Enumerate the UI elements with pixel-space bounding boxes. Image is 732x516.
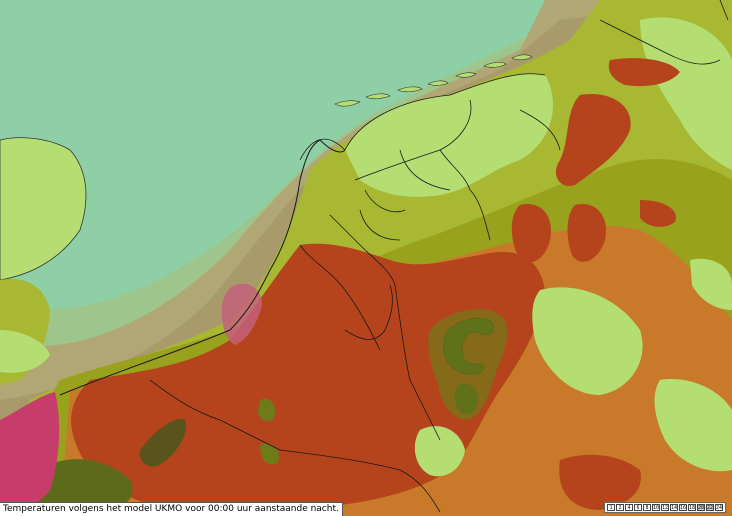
temperature-map: [0, 0, 732, 516]
temperature-legend: 1 2 4 6 8 10 12 14 16 18 20 22 24: [604, 502, 726, 513]
legend-swatch: 6: [634, 504, 642, 511]
legend-swatch: 12: [661, 504, 669, 511]
legend-swatch: 16: [679, 504, 687, 511]
legend-swatch: 10: [652, 504, 660, 511]
legend-swatch: 4: [625, 504, 633, 511]
legend-swatch: 14: [670, 504, 678, 511]
legend-swatch: 8: [643, 504, 651, 511]
legend-swatch: 18: [688, 504, 696, 511]
map-caption: Temperaturen volgens het model UKMO voor…: [0, 502, 343, 516]
legend-swatch: 2: [616, 504, 624, 511]
legend-swatch: 22: [706, 504, 714, 511]
legend-swatch: 24: [715, 504, 723, 511]
legend-swatch: 1: [607, 504, 615, 511]
legend-swatch: 20: [697, 504, 705, 511]
